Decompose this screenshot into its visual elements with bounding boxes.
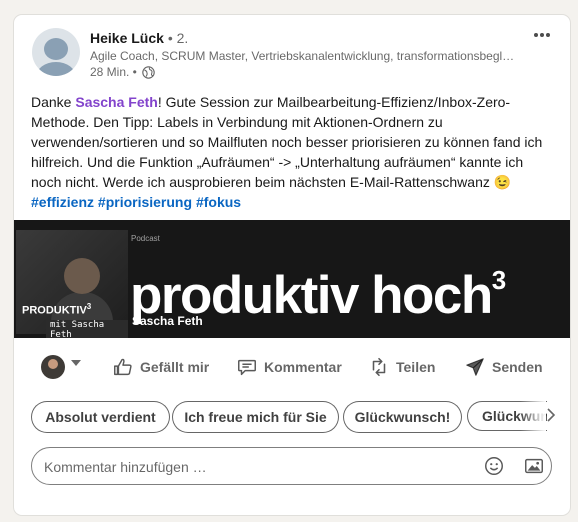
- chevron-right-icon[interactable]: [546, 407, 556, 428]
- avatar-placeholder-body: [36, 62, 76, 76]
- repost-icon: [372, 357, 386, 377]
- hashtag-link[interactable]: #priorisierung: [98, 194, 192, 210]
- image-icon[interactable]: [523, 455, 545, 477]
- reaction-as-avatar[interactable]: [41, 355, 65, 379]
- author-headline: Agile Coach, SCRUM Master, Vertriebskana…: [90, 49, 515, 63]
- chevron-right-glyph: [547, 408, 556, 422]
- chip-fade-overlay: [520, 401, 546, 433]
- more-options-button[interactable]: [530, 25, 554, 45]
- thumbnail-subtitle: mit Sascha Feth: [46, 320, 128, 338]
- suggested-replies: Absolut verdient Ich freue mich für Sie …: [14, 401, 570, 433]
- comment-icon: [238, 359, 256, 376]
- comment-input[interactable]: [42, 456, 466, 478]
- more-horizontal-icon: [534, 33, 550, 37]
- share-button[interactable]: Teilen: [368, 355, 435, 379]
- feed-post-card: Heike Lück • 2. Agile Coach, SCRUM Maste…: [14, 15, 570, 515]
- comment-button[interactable]: Kommentar: [236, 355, 342, 379]
- send-button[interactable]: Senden: [464, 355, 543, 379]
- hashtag-link[interactable]: #fokus: [196, 194, 241, 210]
- podcast-banner-image[interactable]: PRODUKTIV3 mit Sascha Feth Podcast produ…: [14, 220, 570, 338]
- connection-degree: • 2.: [163, 30, 189, 46]
- thumbs-up-icon: [114, 358, 132, 376]
- post-actions-bar: Gefällt mir Kommentar Teilen Senden: [14, 347, 570, 387]
- author-name[interactable]: Heike Lück: [90, 30, 164, 46]
- post-meta: 28 Min. •: [90, 65, 155, 79]
- suggested-reply-chip[interactable]: Absolut verdient: [31, 401, 170, 433]
- author-avatar[interactable]: [32, 28, 80, 76]
- like-label: Gefällt mir: [140, 359, 210, 375]
- share-label: Teilen: [396, 359, 436, 375]
- podcast-label: Podcast: [131, 234, 160, 243]
- like-button[interactable]: Gefällt mir: [112, 355, 209, 379]
- send-label: Senden: [492, 359, 543, 375]
- chevron-down-icon[interactable]: [71, 360, 81, 366]
- mention-link[interactable]: Sascha Feth: [75, 94, 157, 110]
- podcast-thumbnail: PRODUKTIV3 mit Sascha Feth: [16, 230, 128, 338]
- host-photo-head: [64, 258, 100, 294]
- podcast-host: Sascha Feth: [132, 314, 203, 328]
- globe-icon: [142, 65, 155, 79]
- comment-input-box: [31, 447, 552, 485]
- suggested-reply-chip[interactable]: Ich freue mich für Sie: [172, 401, 339, 433]
- avatar-placeholder-head: [44, 38, 68, 60]
- emoji-icon[interactable]: [483, 455, 505, 477]
- post-text: Danke Sascha Feth! Gute Session zur Mail…: [31, 92, 551, 212]
- post-text-prefix: Danke: [31, 94, 76, 110]
- thumbnail-title: PRODUKTIV3: [22, 302, 92, 317]
- send-icon: [466, 358, 484, 376]
- post-time: 28 Min. •: [90, 65, 137, 79]
- author-line[interactable]: Heike Lück • 2.: [90, 30, 188, 46]
- hashtag-link[interactable]: #effizienz: [31, 194, 94, 210]
- suggested-reply-chip[interactable]: Glückwunsch!: [343, 401, 462, 433]
- comment-label: Kommentar: [264, 359, 342, 375]
